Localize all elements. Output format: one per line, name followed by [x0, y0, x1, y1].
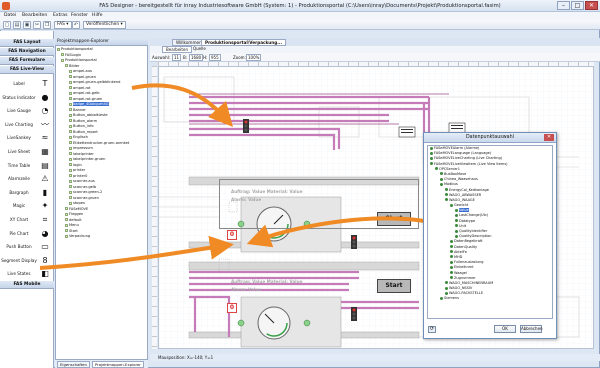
- datapoint-label: WAGO_ABWASSER: [449, 192, 482, 197]
- datapoint-icon: [440, 296, 443, 300]
- datapoint-icon: [430, 162, 433, 166]
- datapoint-icon: [455, 208, 458, 212]
- datapoint-icon: [450, 239, 453, 243]
- datapoint-label: Unit: [459, 223, 467, 228]
- datapoint-icon: [455, 213, 458, 217]
- datapoint-icon: [450, 250, 453, 254]
- datapoint-icon: [450, 203, 453, 207]
- datapoint-icon: [430, 156, 433, 160]
- datapoint-label: WAGO_MASCHINENRAUM: [449, 280, 494, 285]
- datapoint-icon: [455, 234, 458, 238]
- datapoint-label: AktelFe: [454, 249, 467, 254]
- datapoint-icon: [445, 193, 448, 197]
- datapoint-label: QualityDescription: [459, 234, 492, 239]
- datapoint-icon: [445, 198, 448, 202]
- datapoint-icon: [450, 260, 453, 264]
- datapoint-icon: [430, 146, 433, 150]
- datapoint-icon: [450, 265, 453, 269]
- datapoint-icon: [440, 177, 443, 181]
- datapoint-label: FASeMOVELiveCharting (Live Charting): [434, 156, 503, 161]
- datapoint-label: FASeMOVELanguage (Language): [434, 151, 492, 156]
- datapoint-label: EnergyCal_Kedkanlage: [449, 187, 489, 192]
- datapoint-icon: [450, 276, 453, 280]
- datapoint-label: DatenRegelkraft: [454, 239, 483, 244]
- refresh-icon[interactable]: ⟳: [428, 326, 436, 333]
- datapoint-icon: [450, 255, 453, 259]
- datapoint-icon: [445, 281, 448, 285]
- datapoint-label: Fullenauslastung: [454, 260, 484, 265]
- datapoint-icon: [440, 172, 443, 176]
- datapoint-label: Waagel: [454, 270, 467, 275]
- datapoint-icon: [445, 286, 448, 290]
- datapoint-label: OPCServer1: [439, 166, 461, 171]
- datapoint-tree-item[interactable]: Siemens: [428, 296, 552, 301]
- datapoint-label: Value: [459, 208, 469, 213]
- datapoint-icon: [445, 188, 448, 191]
- ok-button[interactable]: OK: [494, 325, 516, 333]
- dialog-title: Datenpunktauswahl: [424, 133, 556, 143]
- datapoint-label: WAGO_WAAGE: [449, 197, 475, 202]
- datapoint-label: Einkelknmt: [454, 265, 474, 270]
- datapoint-label: FASeMOVELiveViewItem (Live View Items): [434, 161, 508, 166]
- datapoint-tree: FASeMOVEAlarm (Alarme) FASeMOVELanguage (…: [427, 145, 553, 319]
- datapoint-icon: [430, 151, 433, 155]
- datapoint-label: Zugnummer: [454, 275, 476, 280]
- datapoint-label: MHD: [454, 254, 463, 259]
- datapoint-icon: [450, 271, 453, 274]
- datapoint-icon: [455, 219, 458, 223]
- datapoint-label: FASeMOVEAlarm (Alarme): [434, 146, 480, 150]
- datapoint-icon: [445, 291, 448, 295]
- datapoint-icon: [440, 182, 443, 186]
- datapoint-label: Siemens: [444, 296, 459, 301]
- datapoint-label: Modbus: [444, 182, 458, 187]
- dialog-close-button[interactable]: ✕: [544, 134, 554, 141]
- datapoint-label: LastChange(Utc): [459, 213, 489, 218]
- datapoint-label: BusBoxMove: [444, 171, 467, 176]
- datapoint-selection-dialog: Datenpunktauswahl ✕ FASeMOVEAlarm (Alarm…: [423, 132, 557, 339]
- cancel-button[interactable]: Abbrechen: [520, 325, 543, 333]
- datapoint-icon: [450, 245, 453, 249]
- datapoint-icon: [455, 229, 458, 233]
- datapoint-label: Datatype: [459, 218, 476, 223]
- datapoint-icon: [455, 224, 458, 228]
- datapoint-label: DatenQuality: [454, 244, 478, 249]
- datapoint-label: QualityIdentifier: [459, 229, 488, 233]
- arrow-from-dialog: [246, 216, 441, 248]
- datapoint-label: WAGO-PACKSTELLE: [449, 291, 484, 296]
- datapoint-label: Gewicht: [454, 203, 469, 208]
- datapoint-icon: [435, 167, 438, 171]
- datapoint-label: WAGO_NSSIV: [449, 286, 473, 291]
- arrow-to-counter: [39, 235, 234, 270]
- datapoint-label: Chinea_Waasehaus: [444, 177, 478, 182]
- arrow-to-badge: [131, 83, 233, 127]
